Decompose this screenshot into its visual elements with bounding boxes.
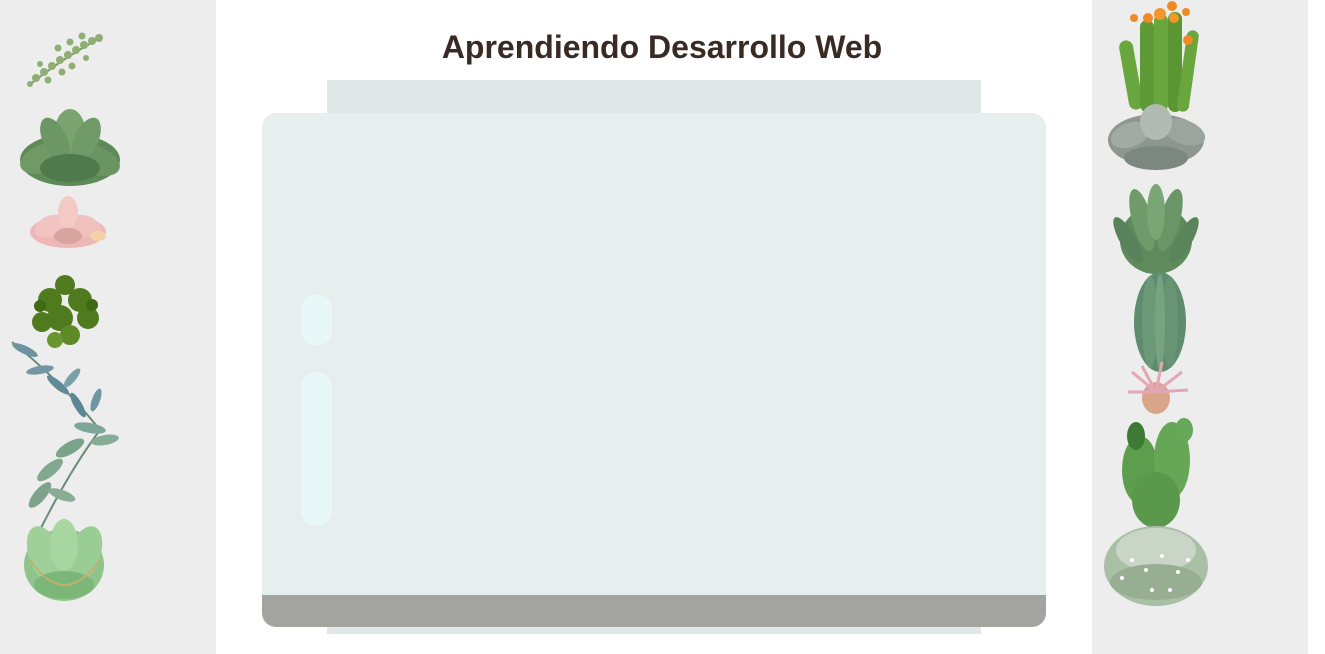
grey-echeveria xyxy=(1108,104,1206,170)
screen-base-bar xyxy=(262,595,1046,627)
right-plant-panel xyxy=(1092,0,1308,654)
eucalyptus-branch xyxy=(11,341,119,531)
side-button-bottom xyxy=(301,372,332,526)
columnar-cactus xyxy=(1134,272,1186,372)
side-button-top xyxy=(301,294,332,346)
green-rosette-succulent xyxy=(20,109,120,186)
device-screen xyxy=(262,113,1046,627)
page: Aprendiendo Desarrollo Web xyxy=(0,0,1325,654)
string-of-pearls-plant xyxy=(27,32,103,87)
round-fuzzy-cactus xyxy=(1104,526,1208,606)
pink-succulent xyxy=(30,196,106,248)
page-title: Aprendiendo Desarrollo Web xyxy=(441,29,883,65)
green-echeveria xyxy=(24,519,104,601)
paddle-cactus xyxy=(1122,418,1193,528)
leafy-bush-plant xyxy=(32,275,99,348)
aloe-succulent xyxy=(1113,184,1199,274)
flowering-cactus xyxy=(1119,1,1199,112)
left-plant-panel xyxy=(0,0,216,654)
